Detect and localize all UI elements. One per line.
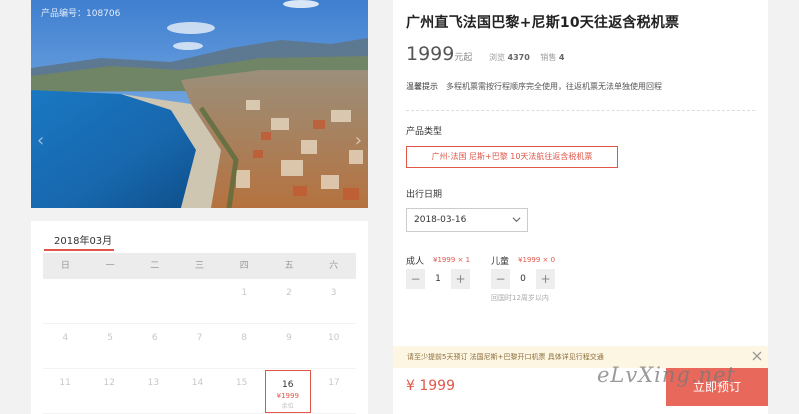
product-type-option[interactable]: 广州-法国 尼斯+巴黎 10天法航往返含税机票 xyxy=(406,146,618,168)
booking-tip-text: 请至少提前5天预订 法国尼斯+巴黎开口机票 具体详见行程交通 xyxy=(407,353,604,361)
calendar-day xyxy=(88,279,133,323)
adult-plus-button[interactable]: + xyxy=(451,269,470,289)
child-price: ¥1999 × 0 xyxy=(518,256,556,264)
travel-date-select[interactable]: 2018-03-16 xyxy=(406,208,528,232)
notice: 温馨提示 多程机票需按行程顺序完全使用，往返机票无法单独使用回程 xyxy=(406,81,662,92)
product-price: 1999元起 xyxy=(406,43,472,65)
adult-price: ¥1999 × 1 xyxy=(433,256,471,264)
close-icon[interactable] xyxy=(751,350,763,362)
calendar-day: 13 xyxy=(147,378,160,388)
photo-prev-arrow-icon[interactable]: ‹ xyxy=(37,130,44,151)
book-now-button[interactable]: 立即预订 xyxy=(666,368,768,406)
calendar-weekday-header: 日 一 二 三 四 五 六 xyxy=(43,253,356,279)
calendar-day xyxy=(177,279,222,323)
child-count[interactable]: 0 xyxy=(510,269,536,289)
adult-count[interactable]: 1 xyxy=(425,269,451,289)
calendar-week-row: 11 12 13 14 15 16 ¥1999 余位 17 xyxy=(43,369,356,414)
calendar-day: 7 xyxy=(196,333,203,343)
calendar-day: 4 xyxy=(62,333,69,343)
child-quantity-stepper: − 0 + xyxy=(491,269,555,289)
booking-tip-bar: 请至少提前5天预订 法国尼斯+巴黎开口机票 具体详见行程交通 xyxy=(393,346,768,368)
weekday-label: 二 xyxy=(150,261,160,271)
views-label: 浏览 xyxy=(489,53,505,62)
calendar-day: 6 xyxy=(151,333,158,343)
price-unit: 元起 xyxy=(454,53,473,63)
calendar-day: 2 xyxy=(286,288,292,298)
nice-coastline-image xyxy=(31,0,368,208)
notice-text: 多程机票需按行程顺序完全使用，往返机票无法单独使用回程 xyxy=(446,82,662,91)
weekday-label: 一 xyxy=(105,261,115,271)
selected-day-number: 16 xyxy=(282,380,294,390)
weekday-label: 三 xyxy=(195,261,205,271)
calendar-day: 10 xyxy=(327,333,340,343)
calendar-day: 8 xyxy=(241,333,248,343)
price-value: 1999 xyxy=(406,43,455,65)
calendar-week-row: 1 2 3 xyxy=(43,279,356,324)
weekday-label: 六 xyxy=(329,261,339,271)
calendar-month-underline xyxy=(44,249,114,251)
calendar-day: 17 xyxy=(328,378,340,388)
adult-label: 成人 xyxy=(406,257,425,267)
child-minus-button[interactable]: − xyxy=(491,269,510,289)
product-photo: 产品编号：108706 ‹ › xyxy=(31,0,368,208)
price-calendar: 2018年03月 日 一 二 三 四 五 六 1 2 3 4 5 6 7 8 9… xyxy=(31,221,368,414)
weekday-label: 五 xyxy=(284,261,294,271)
photo-next-arrow-icon[interactable]: › xyxy=(355,130,362,151)
product-title: 广州直飞法国巴黎+尼斯10天往返含税机票 xyxy=(406,15,680,31)
product-type-label: 产品类型 xyxy=(406,127,443,137)
calendar-grid: 1 2 3 4 5 6 7 8 9 10 11 12 13 14 15 16 ¥… xyxy=(43,279,356,414)
child-label: 儿童 xyxy=(491,257,510,267)
sales-value: 4 xyxy=(558,53,565,62)
calendar-day xyxy=(132,279,177,323)
calendar-day xyxy=(43,279,88,323)
calendar-day: 15 xyxy=(235,378,248,388)
calendar-day-selected[interactable]: 16 ¥1999 余位 xyxy=(264,370,311,413)
travel-date-value: 2018-03-16 xyxy=(414,215,467,225)
weekday-label: 四 xyxy=(239,261,249,271)
product-stats: 浏览 4370 销售 4 xyxy=(489,52,572,63)
divider xyxy=(406,110,755,111)
product-id-overlay: 产品编号：108706 xyxy=(41,9,121,19)
sales-label: 销售 xyxy=(540,53,557,62)
calendar-day: 11 xyxy=(59,378,71,388)
selected-day-price: ¥1999 xyxy=(276,392,299,400)
child-age-note: 回国时12周岁以内 xyxy=(491,294,549,302)
notice-label: 温馨提示 xyxy=(406,82,438,91)
child-plus-button[interactable]: + xyxy=(536,269,555,289)
calendar-day: 1 xyxy=(241,288,248,298)
calendar-month-tab[interactable]: 2018年03月 xyxy=(54,232,112,247)
calendar-day: 3 xyxy=(330,288,337,298)
chevron-down-icon xyxy=(512,217,521,223)
calendar-day: 5 xyxy=(107,333,113,343)
weekday-label: 日 xyxy=(60,261,70,271)
travel-date-label: 出行日期 xyxy=(406,190,443,200)
calendar-week-row: 4 5 6 7 8 9 10 xyxy=(43,324,356,369)
total-price: ¥ 1999 xyxy=(406,378,455,394)
selected-day-stock: 余位 xyxy=(281,403,294,410)
views-value: 4370 xyxy=(507,53,530,62)
calendar-day: 12 xyxy=(103,378,115,388)
adult-minus-button[interactable]: − xyxy=(406,269,425,289)
calendar-day: 9 xyxy=(286,333,292,343)
calendar-day: 14 xyxy=(191,378,204,388)
adult-quantity-stepper: − 1 + xyxy=(406,269,470,289)
product-detail-panel: 广州直飞法国巴黎+尼斯10天往返含税机票 1999元起 浏览 4370 销售 4… xyxy=(393,0,768,414)
